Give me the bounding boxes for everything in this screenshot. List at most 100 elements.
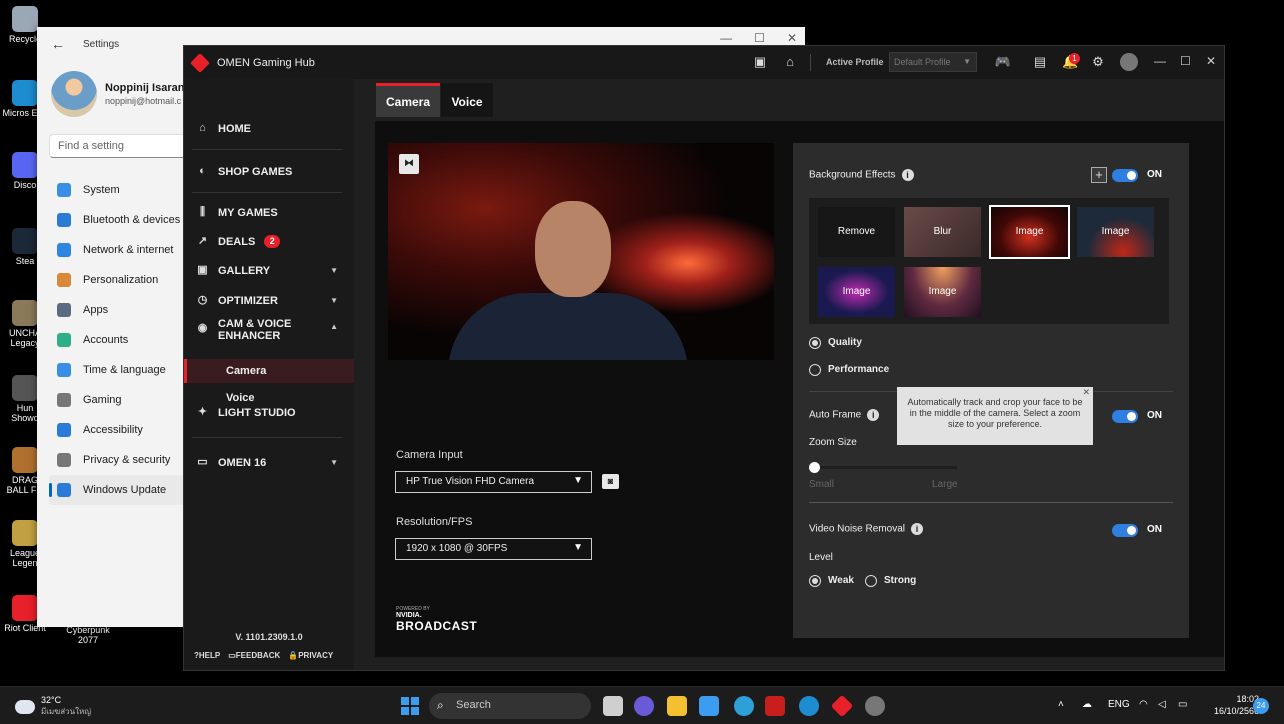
camera-settings-icon[interactable]: ◙: [602, 474, 619, 489]
maximize-icon[interactable]: ☐: [754, 31, 765, 45]
settings-nav-item[interactable]: Accounts: [49, 325, 189, 355]
tab-voice[interactable]: Voice: [441, 83, 493, 117]
info-icon[interactable]: i: [901, 169, 914, 181]
chrome-icon[interactable]: [734, 696, 754, 716]
nav-divider: [192, 437, 342, 438]
info-icon[interactable]: i: [867, 409, 880, 421]
video-noise-removal-toggle[interactable]: [1112, 524, 1138, 537]
effect-remove[interactable]: Remove: [818, 207, 895, 257]
camera-input-value: HP True Vision FHD Camera: [406, 476, 535, 487]
nav-deals[interactable]: ↗ DEALS 2: [196, 235, 342, 248]
monitor-icon[interactable]: ▤: [1032, 54, 1048, 70]
settings-nav-label: Personalization: [83, 274, 159, 286]
teams-icon[interactable]: [634, 696, 654, 716]
weather-widget[interactable]: 32°C มีเมฆส่วนใหญ่: [15, 695, 91, 718]
zoom-slider-thumb[interactable]: [809, 462, 820, 473]
minimize-icon[interactable]: —: [720, 31, 732, 45]
add-background-button[interactable]: +: [1091, 167, 1107, 183]
quality-radio[interactable]: [809, 337, 821, 349]
tab-camera[interactable]: Camera: [376, 83, 440, 117]
auto-frame-toggle[interactable]: [1112, 410, 1138, 423]
strong-radio[interactable]: [865, 575, 877, 587]
settings-nav-item[interactable]: System: [49, 175, 189, 205]
settings-nav-item[interactable]: Gaming: [49, 385, 189, 415]
settings-nav-label: Accounts: [83, 334, 129, 346]
speaker-icon[interactable]: ◁: [1158, 699, 1166, 710]
effect-image-4[interactable]: Image: [904, 267, 981, 317]
language-indicator[interactable]: ENG: [1108, 699, 1130, 710]
settings-nav-item[interactable]: Network & internet: [49, 235, 189, 265]
settings-nav-item[interactable]: Bluetooth & devices: [49, 205, 189, 235]
nav-home[interactable]: ⌂ HOME: [196, 122, 342, 135]
edge-icon: [12, 80, 38, 106]
info-icon[interactable]: i: [910, 523, 923, 535]
feedback-link[interactable]: ▭FEEDBACK: [228, 651, 280, 660]
settings-nav-item[interactable]: Personalization: [49, 265, 189, 295]
resolution-label: Resolution/FPS: [396, 516, 473, 528]
windows-start-icon[interactable]: [401, 697, 419, 715]
effect-blur[interactable]: Blur: [904, 207, 981, 257]
taskbar-search[interactable]: ⌕ Search: [429, 693, 591, 719]
notification-center-badge[interactable]: 24: [1253, 698, 1269, 714]
zoom-slider-track[interactable]: [813, 466, 957, 469]
privacy-link[interactable]: 🔒PRIVACY: [288, 651, 333, 660]
wifi-icon[interactable]: ◠: [1139, 699, 1148, 710]
home-icon[interactable]: ⌂: [782, 54, 798, 70]
find-setting-input[interactable]: Find a setting: [49, 134, 189, 158]
nav-cam-voice[interactable]: ◉ CAM & VOICE ENHANCER ▲: [196, 318, 342, 342]
nav-my-games[interactable]: ⫼ MY GAMES: [196, 206, 342, 219]
settings-nav-item[interactable]: Time & language: [49, 355, 189, 385]
maximize-icon[interactable]: ☐: [1180, 54, 1191, 68]
settings-nav-item[interactable]: Apps: [49, 295, 189, 325]
back-arrow-icon[interactable]: ←: [51, 36, 65, 52]
mcafee-icon[interactable]: [765, 696, 785, 716]
edge-icon[interactable]: [799, 696, 819, 716]
store-icon[interactable]: [699, 696, 719, 716]
level-label: Level: [809, 552, 833, 563]
background-effects-toggle[interactable]: [1112, 169, 1138, 182]
effect-image-1[interactable]: Image: [989, 205, 1070, 259]
section-divider: [809, 502, 1173, 503]
task-view-icon[interactable]: [603, 696, 623, 716]
nav-gallery[interactable]: ▣ GALLERY ▼: [196, 264, 342, 277]
discord-icon: [12, 152, 38, 178]
nav-shop-games[interactable]: ◐ SHOP GAMES: [196, 165, 342, 178]
performance-radio[interactable]: [809, 364, 821, 376]
settings-gear-icon[interactable]: [865, 696, 885, 716]
settings-nav-item[interactable]: Privacy & security: [49, 445, 189, 475]
effect-image-3[interactable]: Image: [818, 267, 895, 317]
settings-profile[interactable]: Noppinij Isarank noppinij@hotmail.c: [51, 71, 191, 117]
nav-light-studio[interactable]: ✦ LIGHT STUDIO: [196, 406, 342, 419]
settings-nav-item[interactable]: Accessibility: [49, 415, 189, 445]
nav-divider: [192, 149, 342, 150]
effect-image-2[interactable]: Image: [1077, 207, 1154, 257]
close-icon[interactable]: ✕: [1082, 387, 1090, 397]
controller-icon[interactable]: 🎮: [992, 54, 1014, 70]
resolution-dropdown[interactable]: 1920 x 1080 @ 30FPS ▼: [395, 538, 592, 560]
profile-dropdown[interactable]: Default Profile ▼: [889, 52, 977, 72]
close-icon[interactable]: ✕: [1206, 54, 1216, 68]
help-link[interactable]: ?HELP: [194, 651, 220, 660]
user-avatar-icon[interactable]: [1120, 53, 1138, 71]
settings-nav-label: Gaming: [83, 394, 122, 406]
nav-omen16[interactable]: ▭ OMEN 16 ▼: [196, 456, 342, 469]
cloud-sync-icon[interactable]: ☁: [1082, 699, 1092, 710]
gear-icon[interactable]: ⚙: [1090, 54, 1106, 70]
auto-frame-state: ON: [1147, 410, 1162, 421]
shop-icon: ◐: [199, 165, 206, 177]
file-explorer-icon[interactable]: [667, 696, 687, 716]
omen-taskbar-icon[interactable]: [830, 694, 854, 718]
camera-input-dropdown[interactable]: HP True Vision FHD Camera ▼: [395, 471, 592, 493]
widget-icon[interactable]: ▣: [752, 54, 768, 70]
chevron-up-icon[interactable]: ˄: [1058, 699, 1064, 710]
nav-mygames-label: MY GAMES: [218, 206, 278, 219]
mirror-icon[interactable]: ⧓: [399, 154, 419, 174]
background-effects-state: ON: [1147, 169, 1162, 180]
settings-nav-item[interactable]: Windows Update: [49, 475, 189, 505]
minimize-icon[interactable]: —: [1154, 54, 1166, 68]
weak-radio[interactable]: [809, 575, 821, 587]
subnav-camera[interactable]: Camera: [184, 359, 354, 383]
nav-optimizer[interactable]: ◷ OPTIMIZER ▼: [196, 294, 342, 307]
close-icon[interactable]: ✕: [787, 31, 797, 45]
battery-icon[interactable]: ▭: [1178, 699, 1187, 710]
